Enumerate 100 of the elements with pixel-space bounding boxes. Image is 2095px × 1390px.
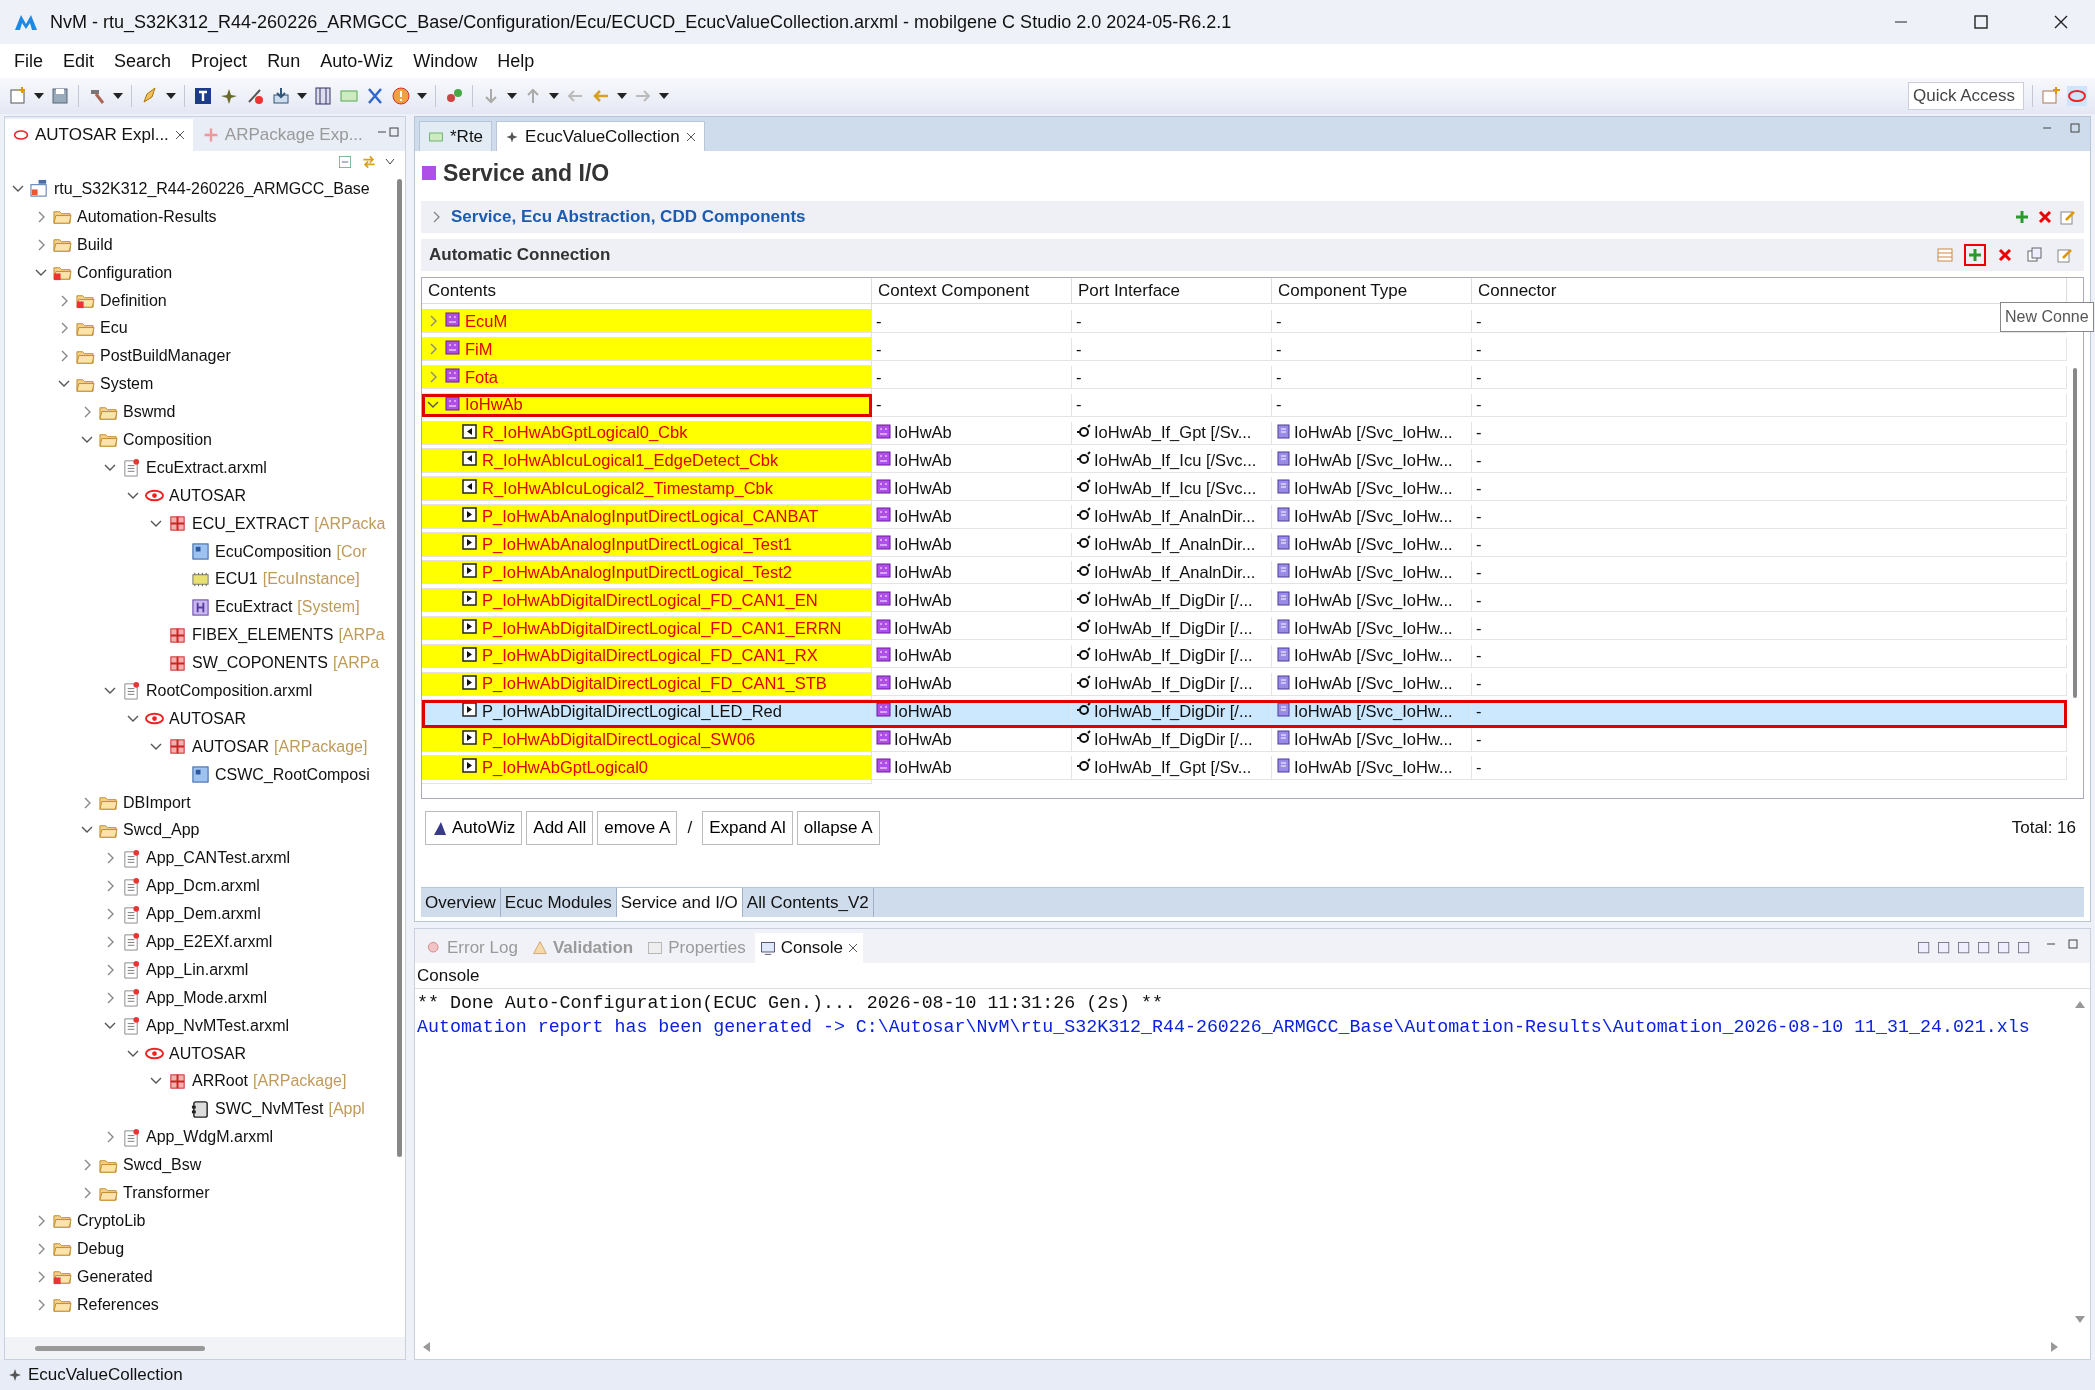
maximize-icon[interactable]: [1973, 14, 1989, 30]
tree-item[interactable]: Swcd_App: [123, 821, 200, 840]
scroll-right-icon[interactable]: [2050, 1341, 2060, 1353]
dropdown-caret-icon[interactable]: [659, 92, 669, 100]
import-icon[interactable]: [271, 86, 291, 106]
toolbar-button[interactable]: emove A: [597, 811, 678, 845]
tree-item[interactable]: ECU1: [215, 570, 258, 589]
menu-item[interactable]: Run: [257, 50, 311, 72]
close-tab-icon[interactable]: [685, 131, 696, 142]
grid-icon[interactable]: [313, 86, 333, 106]
table-cell[interactable]: P_IoHwAbDigitalDirectLogical_FD_CAN1_RX: [422, 644, 872, 669]
tree-item[interactable]: SW_COPONENTS: [192, 654, 328, 673]
tree-item[interactable]: Configuration: [77, 263, 173, 282]
maximize-icon[interactable]: [2068, 939, 2078, 949]
tree-item[interactable]: Bswmd: [123, 403, 176, 422]
tree-item[interactable]: AUTOSAR: [169, 1044, 247, 1063]
column-header[interactable]: Contents: [422, 278, 872, 304]
tree-item[interactable]: Debug: [77, 1239, 125, 1258]
table-cell[interactable]: EcuM: [422, 310, 872, 334]
open-perspective-icon[interactable]: [2041, 86, 2061, 106]
dropdown-caret-icon[interactable]: [34, 92, 44, 100]
table-cell[interactable]: IoHwAb: [422, 393, 872, 418]
tree-item[interactable]: References: [77, 1295, 159, 1314]
dropdown-caret-icon[interactable]: [507, 92, 517, 100]
table-cell[interactable]: Fota: [422, 365, 872, 390]
tree-item[interactable]: RootComposition.arxml: [146, 681, 313, 700]
tree-item[interactable]: System: [100, 375, 154, 394]
tree-item[interactable]: SWC_NvMTest: [215, 1100, 324, 1119]
dropdown-caret-icon[interactable]: [166, 92, 176, 100]
tree-item[interactable]: ECU_EXTRACT: [192, 514, 310, 533]
tree-item[interactable]: Definition: [100, 291, 167, 310]
scroll-down-icon[interactable]: [2074, 1315, 2086, 1325]
table-cell[interactable]: P_IoHwAbDigitalDirectLogical_FD_CAN1_EN: [422, 588, 872, 613]
new-file-icon[interactable]: [8, 86, 28, 106]
tree-item[interactable]: Swcd_Bsw: [123, 1156, 202, 1175]
table-cell[interactable]: FiM: [422, 337, 872, 362]
editor-tab[interactable]: *Rte: [419, 121, 493, 151]
section-title[interactable]: Service, Ecu Abstraction, CDD Components: [451, 207, 806, 227]
tree-item[interactable]: App_WdgM.arxml: [146, 1128, 274, 1147]
table-cell[interactable]: P_IoHwAbDigitalDirectLogical_FD_CAN1_ERRN: [422, 616, 872, 641]
add-button[interactable]: [1964, 244, 1986, 266]
tree-item[interactable]: Composition: [123, 430, 212, 449]
tree-item[interactable]: AUTOSAR: [169, 486, 247, 505]
table-cell[interactable]: P_IoHwAbGptLogical0: [422, 756, 872, 780]
tree-item[interactable]: ARRoot: [192, 1072, 249, 1091]
text-icon[interactable]: [193, 86, 213, 106]
maximize-icon[interactable]: [389, 127, 399, 137]
tree-item[interactable]: App_CANTest.arxml: [146, 849, 291, 868]
view-tab[interactable]: Console: [754, 933, 864, 963]
quick-access-field[interactable]: Quick Access: [1908, 82, 2024, 110]
page-tab[interactable]: Service and I/O: [616, 888, 743, 917]
scroll-up-icon[interactable]: [2074, 999, 2086, 1009]
menu-item[interactable]: File: [4, 50, 53, 72]
tree-item[interactable]: Ecu: [100, 319, 128, 338]
tree-item[interactable]: App_Dcm.arxml: [146, 877, 260, 896]
page-tab[interactable]: Ecuc Modules: [500, 888, 617, 917]
dropdown-caret-icon[interactable]: [617, 92, 627, 100]
tree-item[interactable]: App_Dem.arxml: [146, 905, 261, 924]
tree-item[interactable]: PostBuildManager: [100, 347, 231, 366]
tree-item[interactable]: rtu_S32K312_R44-260226_ARMGCC_Base: [54, 179, 370, 198]
view-tab[interactable]: AUTOSAR Expl...: [5, 119, 193, 151]
save-icon[interactable]: [50, 86, 70, 106]
tree-item[interactable]: App_NvMTest.arxml: [146, 1016, 290, 1035]
menu-item[interactable]: Help: [487, 50, 545, 72]
menu-item[interactable]: Window: [403, 50, 488, 72]
table-cell[interactable]: R_IoHwAbGptLogical0_Cbk: [422, 421, 872, 445]
tree-item[interactable]: Generated: [77, 1267, 153, 1286]
column-header[interactable]: Component Type: [1272, 278, 1472, 304]
tree-item[interactable]: EcuExtract: [215, 598, 293, 617]
table-cell[interactable]: R_IoHwAbIcuLogical1_EdgeDetect_Cbk: [422, 449, 872, 473]
toolbar-button[interactable]: AutoWiz: [425, 811, 523, 845]
close-tab-icon[interactable]: [848, 943, 859, 953]
scrollbar-thumb[interactable]: [35, 1345, 205, 1351]
tree-item[interactable]: App_Mode.arxml: [146, 988, 267, 1007]
table-cell[interactable]: R_IoHwAbIcuLogical2_Timestamp_Cbk: [422, 477, 872, 501]
table-cell[interactable]: P_IoHwAbDigitalDirectLogical_FD_CAN1_STB: [422, 672, 872, 696]
scrollbar-thumb[interactable]: [396, 179, 402, 1157]
table-cell[interactable]: P_IoHwAbAnalogInputDirectLogical_CANBAT: [422, 505, 872, 529]
view-menu-icon[interactable]: [385, 158, 395, 166]
column-header[interactable]: Context Component: [872, 278, 1072, 304]
selected-row[interactable]: P_IoHwAbDigitalDirectLogical_LED_Red IoHwAb IoHwAb_If_DigDir [/... IoHwAb [/Svc_IoHw... -: [422, 700, 2067, 729]
toolbar-button[interactable]: Add All: [526, 811, 594, 845]
table-cell[interactable]: P_IoHwAbDigitalDirectLogical_LED_Red: [422, 700, 872, 724]
tree-item[interactable]: App_E2EXf.arxml: [146, 933, 273, 951]
maximize-icon[interactable]: [2070, 123, 2080, 133]
tree-item[interactable]: CSWC_RootComposi: [215, 765, 370, 784]
scroll-left-icon[interactable]: [421, 1341, 431, 1353]
page-tab[interactable]: All Contents_V2: [742, 888, 874, 917]
tree-item[interactable]: App_Lin.arxml: [146, 960, 249, 979]
menu-item[interactable]: Project: [181, 50, 258, 72]
toolbar-button[interactable]: Expand Al: [702, 811, 793, 845]
close-icon[interactable]: [2053, 14, 2069, 30]
table-cell[interactable]: P_IoHwAbAnalogInputDirectLogical_Test1: [422, 533, 872, 557]
dropdown-caret-icon[interactable]: [417, 92, 427, 100]
scrollbar-thumb[interactable]: [2073, 368, 2077, 698]
menu-item[interactable]: Edit: [53, 50, 105, 72]
link-editor-icon[interactable]: [361, 154, 377, 170]
page-tab[interactable]: Overview: [421, 888, 501, 917]
dropdown-caret-icon[interactable]: [297, 92, 307, 100]
tree-item[interactable]: Transformer: [123, 1184, 210, 1202]
